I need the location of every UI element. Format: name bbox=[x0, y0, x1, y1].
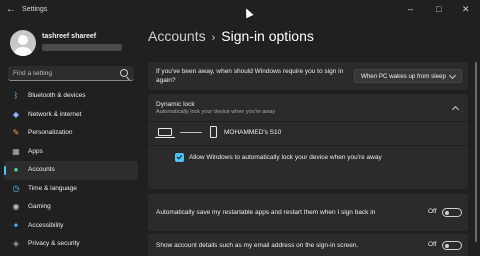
avatar[interactable] bbox=[10, 30, 36, 56]
dropdown-selected-value: When PC wakes up from sleep bbox=[361, 73, 446, 80]
sidebar-item-label: Accessibility bbox=[28, 221, 64, 229]
clock-globe-icon: ◷ bbox=[12, 183, 20, 193]
shield-icon: ◈ bbox=[12, 239, 20, 248]
restart-apps-card: Automatically save my restartable apps a… bbox=[148, 194, 468, 231]
paired-device-row: MOHAMMED's S10 bbox=[148, 122, 468, 144]
scrollbar[interactable] bbox=[475, 62, 477, 242]
chevron-up-icon[interactable] bbox=[451, 105, 460, 114]
breadcrumb: Accounts › Sign-in options bbox=[148, 28, 314, 44]
phone-icon bbox=[210, 126, 217, 138]
sidebar-item-label: Personalization bbox=[28, 129, 73, 136]
accessibility-icon: ✦ bbox=[12, 220, 20, 230]
sidebar-item-label: Bluetooth & devices bbox=[28, 92, 86, 99]
apps-icon: ▦ bbox=[12, 146, 20, 156]
sidebar-item-label: Network & internet bbox=[28, 110, 82, 118]
sidebar-item-label: Accounts bbox=[28, 166, 55, 173]
redacted-email bbox=[42, 44, 122, 51]
dynamic-lock-checkbox-label: Allow Windows to automatically lock your… bbox=[189, 154, 382, 161]
back-arrow-icon[interactable]: ← bbox=[6, 4, 16, 15]
breadcrumb-parent[interactable]: Accounts bbox=[148, 28, 206, 44]
restart-apps-state: Off bbox=[428, 208, 437, 215]
dynamic-lock-title: Dynamic lock bbox=[156, 101, 195, 108]
breadcrumb-separator-icon: › bbox=[211, 32, 216, 44]
maximize-button[interactable]: □ bbox=[436, 4, 441, 14]
dynamic-lock-checkbox[interactable] bbox=[175, 153, 184, 162]
search-icon[interactable] bbox=[120, 69, 128, 77]
connection-line bbox=[180, 132, 202, 133]
sidebar-item-time-language[interactable]: ◷ Time & language bbox=[4, 180, 138, 199]
minimize-button[interactable]: – bbox=[408, 4, 413, 14]
laptop-icon bbox=[155, 128, 175, 138]
user-name: tashreef shareef bbox=[42, 33, 97, 40]
require-signin-question: If you've been away, when should Windows… bbox=[156, 68, 344, 84]
dynamic-lock-header[interactable]: Dynamic lock Automatically lock your dev… bbox=[148, 94, 468, 120]
sidebar-item-accounts[interactable]: ● Accounts bbox=[4, 161, 138, 180]
paired-device-name: MOHAMMED's S10 bbox=[224, 129, 282, 136]
dynamic-lock-checkbox-row[interactable]: Allow Windows to automatically lock your… bbox=[148, 146, 468, 168]
sidebar-item-privacy-security[interactable]: ◈ Privacy & security bbox=[4, 235, 138, 254]
restart-apps-toggle[interactable] bbox=[442, 208, 462, 217]
sidebar-item-label: Time & language bbox=[28, 184, 77, 192]
sidebar-item-label: Privacy & security bbox=[28, 240, 80, 247]
sidebar-item-bluetooth-devices[interactable]: ᛒ Bluetooth & devices bbox=[4, 87, 138, 106]
controller-icon: ◉ bbox=[12, 202, 20, 211]
sidebar-item-accessibility[interactable]: ✦ Accessibility bbox=[4, 217, 138, 236]
dynamic-lock-card: Dynamic lock Automatically lock your dev… bbox=[148, 94, 468, 189]
sidebar-item-label: Apps bbox=[28, 147, 43, 155]
account-details-card: Show account details such as my email ad… bbox=[148, 234, 468, 256]
sidebar-item-apps[interactable]: ▦ Apps bbox=[4, 143, 138, 162]
sidebar-item-personalization[interactable]: ✎ Personalization bbox=[4, 124, 138, 143]
chevron-down-icon bbox=[448, 71, 457, 80]
restart-apps-label: Automatically save my restartable apps a… bbox=[156, 209, 376, 216]
search-input[interactable]: Find a setting bbox=[8, 66, 134, 81]
title-bar: ← Settings – □ ✕ bbox=[0, 0, 480, 22]
bluetooth-icon: ᛒ bbox=[13, 91, 19, 100]
mouse-cursor-icon bbox=[242, 6, 254, 19]
require-signin-card: If you've been away, when should Windows… bbox=[148, 62, 468, 90]
sidebar-item-gaming[interactable]: ◉ Gaming bbox=[4, 198, 138, 217]
wifi-icon: ◆ bbox=[12, 109, 20, 119]
sidebar: tashreef shareef Find a setting ᛒ Bluetoo… bbox=[0, 22, 142, 248]
person-icon: ● bbox=[13, 165, 19, 174]
sidebar-item-label: Gaming bbox=[28, 203, 51, 210]
account-details-label: Show account details such as my email ad… bbox=[156, 242, 359, 249]
sidebar-item-network-internet[interactable]: ◆ Network & internet bbox=[4, 106, 138, 125]
page-title: Sign-in options bbox=[221, 28, 314, 44]
require-signin-dropdown[interactable]: When PC wakes up from sleep bbox=[354, 69, 462, 83]
app-title: Settings bbox=[22, 6, 48, 13]
close-button[interactable]: ✕ bbox=[462, 4, 470, 14]
dynamic-lock-subtitle: Automatically lock your device when you'… bbox=[156, 109, 276, 115]
search-placeholder: Find a setting bbox=[13, 70, 53, 77]
account-details-toggle[interactable] bbox=[442, 241, 462, 250]
main-content: Accounts › Sign-in options If you've been … bbox=[148, 22, 480, 256]
brush-icon: ✎ bbox=[12, 128, 20, 137]
nav-list: ᛒ Bluetooth & devices ◆ Network & internet ✎… bbox=[0, 87, 142, 254]
